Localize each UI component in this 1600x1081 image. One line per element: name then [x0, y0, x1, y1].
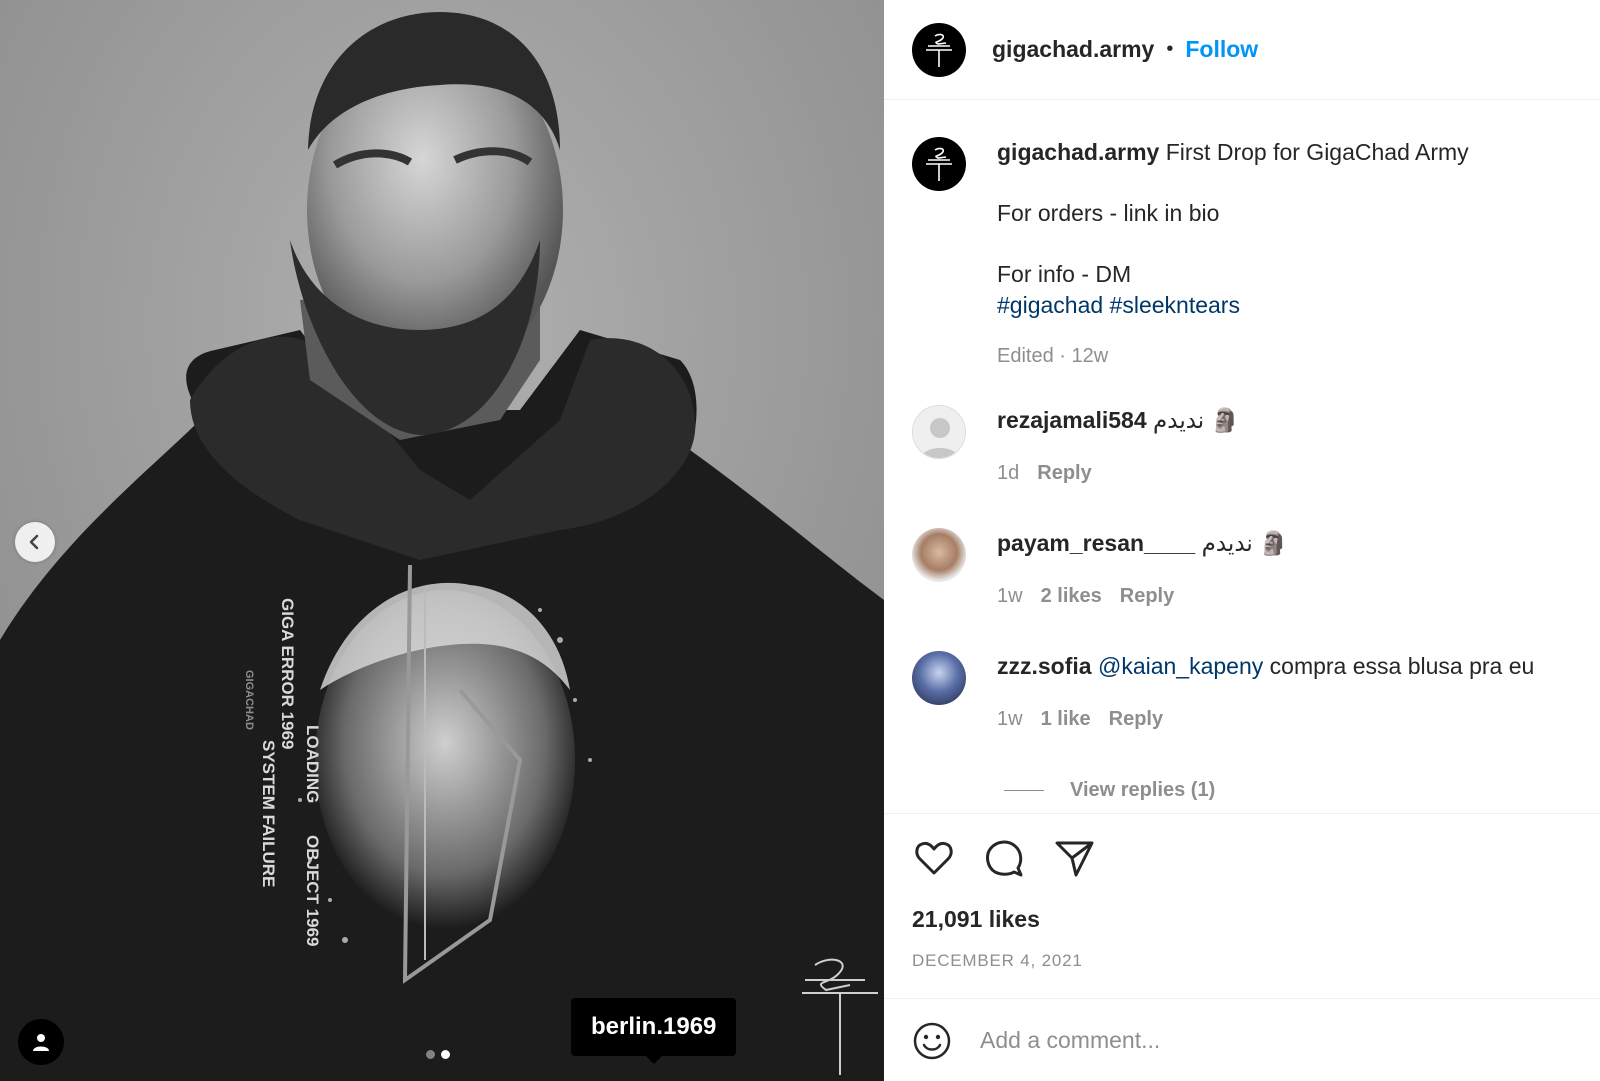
- carousel-prev-button[interactable]: [15, 522, 55, 562]
- print-text-5: GIGACHAD: [243, 670, 255, 730]
- caption-username[interactable]: gigachad.army: [997, 139, 1159, 165]
- author-username[interactable]: gigachad.army: [992, 36, 1154, 63]
- comment-bubble-icon[interactable]: [982, 836, 1026, 880]
- caption-meta: Edited · 12w: [997, 345, 1109, 367]
- user-placeholder-icon: [913, 406, 965, 458]
- share-paper-plane-icon[interactable]: [1052, 836, 1096, 880]
- hashtag-link[interactable]: #gigachad: [997, 292, 1103, 318]
- carousel-dots: [426, 1050, 450, 1059]
- comment-body: rezajamali584 ندیدم 🗿 1d Reply: [997, 405, 1592, 489]
- view-replies-label: View replies (1): [1070, 779, 1216, 801]
- author-avatar[interactable]: [912, 137, 966, 191]
- hashtag-link[interactable]: #sleekntears: [1110, 292, 1240, 318]
- user-icon: [33, 1034, 49, 1051]
- view-replies-button[interactable]: View replies (1): [1004, 779, 1215, 802]
- reply-button[interactable]: Reply: [1109, 708, 1163, 730]
- chevron-left-icon: [29, 534, 39, 550]
- print-text-3: LOADING: [303, 725, 322, 803]
- like-heart-icon[interactable]: [912, 836, 956, 880]
- replies-divider: [1004, 790, 1044, 791]
- post-photo: GIGA ERROR 1969 SYSTEM FAILURE LOADING O…: [0, 0, 884, 1081]
- emoji-smiley-icon[interactable]: [912, 1021, 952, 1061]
- post-actions: 21,091 likes DECEMBER 4, 2021: [884, 813, 1600, 998]
- caption-body: gigachad.army First Drop for GigaChad Ar…: [997, 137, 1592, 372]
- comment-text: ندیدم 🗿: [1201, 530, 1288, 556]
- post-date: DECEMBER 4, 2021: [912, 951, 1083, 970]
- comment-time: 1w: [997, 708, 1023, 730]
- add-comment-bar: [884, 998, 1600, 1081]
- carousel-dot: [426, 1050, 435, 1059]
- comment-username[interactable]: zzz.sofia: [997, 653, 1092, 679]
- comment-body: zzz.sofia @kaian_kapeny compra essa blus…: [997, 651, 1592, 735]
- caption-line-orders: For orders - link in bio: [997, 200, 1220, 226]
- caption-line-info: For info - DM: [997, 261, 1132, 287]
- comment-body: payam_resan____ ندیدم 🗿 1w 2 likes Reply: [997, 528, 1592, 612]
- tagged-users-button[interactable]: [18, 1019, 64, 1065]
- author-avatar[interactable]: [912, 22, 966, 77]
- follow-button[interactable]: Follow: [1185, 36, 1258, 63]
- comment-username[interactable]: rezajamali584: [997, 407, 1147, 433]
- post-header: gigachad.army • Follow: [884, 0, 1600, 100]
- gigachad-logo-icon: [926, 147, 952, 181]
- comment-likes[interactable]: 2 likes: [1041, 585, 1102, 607]
- comment-time: 1d: [997, 462, 1020, 484]
- comment-text: ندیدم 🗿: [1153, 407, 1240, 433]
- carousel-dot-active: [441, 1050, 450, 1059]
- print-text-2: SYSTEM FAILURE: [259, 740, 278, 887]
- gigachad-logo-icon: [926, 33, 952, 67]
- header-separator: •: [1166, 38, 1174, 60]
- print-text-1: GIGA ERROR 1969: [278, 598, 297, 749]
- print-text-4: OBJECT 1969: [303, 835, 322, 947]
- comment-username[interactable]: payam_resan____: [997, 530, 1195, 556]
- default-avatar[interactable]: [912, 405, 966, 459]
- user-tag-label[interactable]: berlin.1969: [571, 998, 737, 1064]
- comment-time: 1w: [997, 585, 1023, 607]
- mention-link[interactable]: @kaian_kapeny: [1098, 653, 1263, 679]
- reply-button[interactable]: Reply: [1037, 462, 1091, 484]
- comment-likes[interactable]: 1 like: [1041, 708, 1091, 730]
- comments-list[interactable]: gigachad.army First Drop for GigaChad Ar…: [884, 101, 1600, 813]
- post-details-panel: gigachad.army • Follow gigachad.army Fir…: [884, 0, 1600, 1081]
- add-comment-input[interactable]: [980, 1017, 1560, 1063]
- commenter-avatar[interactable]: [912, 651, 966, 705]
- caption-text: First Drop for GigaChad Army: [1165, 139, 1469, 165]
- commenter-avatar[interactable]: [912, 528, 966, 582]
- post-media[interactable]: GIGA ERROR 1969 SYSTEM FAILURE LOADING O…: [0, 0, 884, 1081]
- reply-button[interactable]: Reply: [1120, 585, 1174, 607]
- comment-text: compra essa blusa pra eu: [1269, 653, 1535, 679]
- likes-count[interactable]: 21,091 likes: [912, 906, 1040, 933]
